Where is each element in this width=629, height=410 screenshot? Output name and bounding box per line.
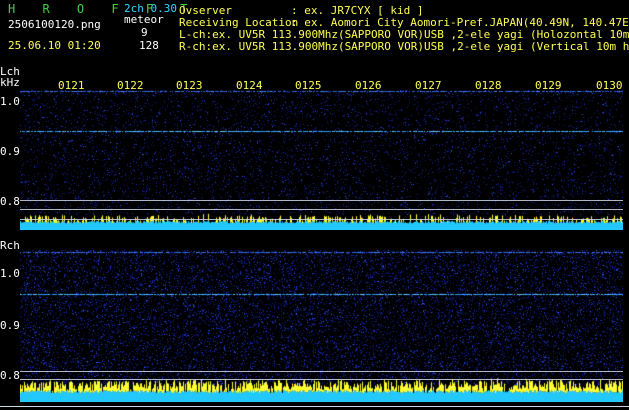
rch-info: R-ch:ex. UV5R 113.900Mhz(SAPPORO VOR)USB… (179, 40, 629, 53)
rch-ref-line (20, 371, 623, 372)
lch-unit: kHz (0, 76, 20, 89)
filename-label: 2506100120.png (8, 18, 101, 31)
count-r-value: 128 (139, 39, 159, 52)
rch-ref-line (20, 379, 623, 380)
bottom-border (0, 406, 629, 407)
rch-ytick-1: 1.0 (0, 267, 20, 280)
lch-ytick-2: 0.9 (0, 145, 20, 158)
mode-label: meteor (124, 13, 164, 26)
lch-ref-line (20, 209, 623, 210)
hroft-spectrogram-window: H R O F F T 2ch 0.30 2506100120.png mete… (0, 0, 629, 410)
rch-label: Rch (0, 239, 20, 252)
lch-ref-line (20, 200, 623, 201)
rch-ytick-2: 0.9 (0, 319, 20, 332)
rch-ytick-3: 0.8 (0, 369, 20, 382)
datetime-label: 25.06.10 01:20 (8, 39, 101, 52)
lch-ref-line (20, 219, 623, 220)
lch-ytick-3: 0.8 (0, 195, 20, 208)
count-l-value: 9 (141, 26, 148, 39)
lch-ytick-1: 1.0 (0, 95, 20, 108)
